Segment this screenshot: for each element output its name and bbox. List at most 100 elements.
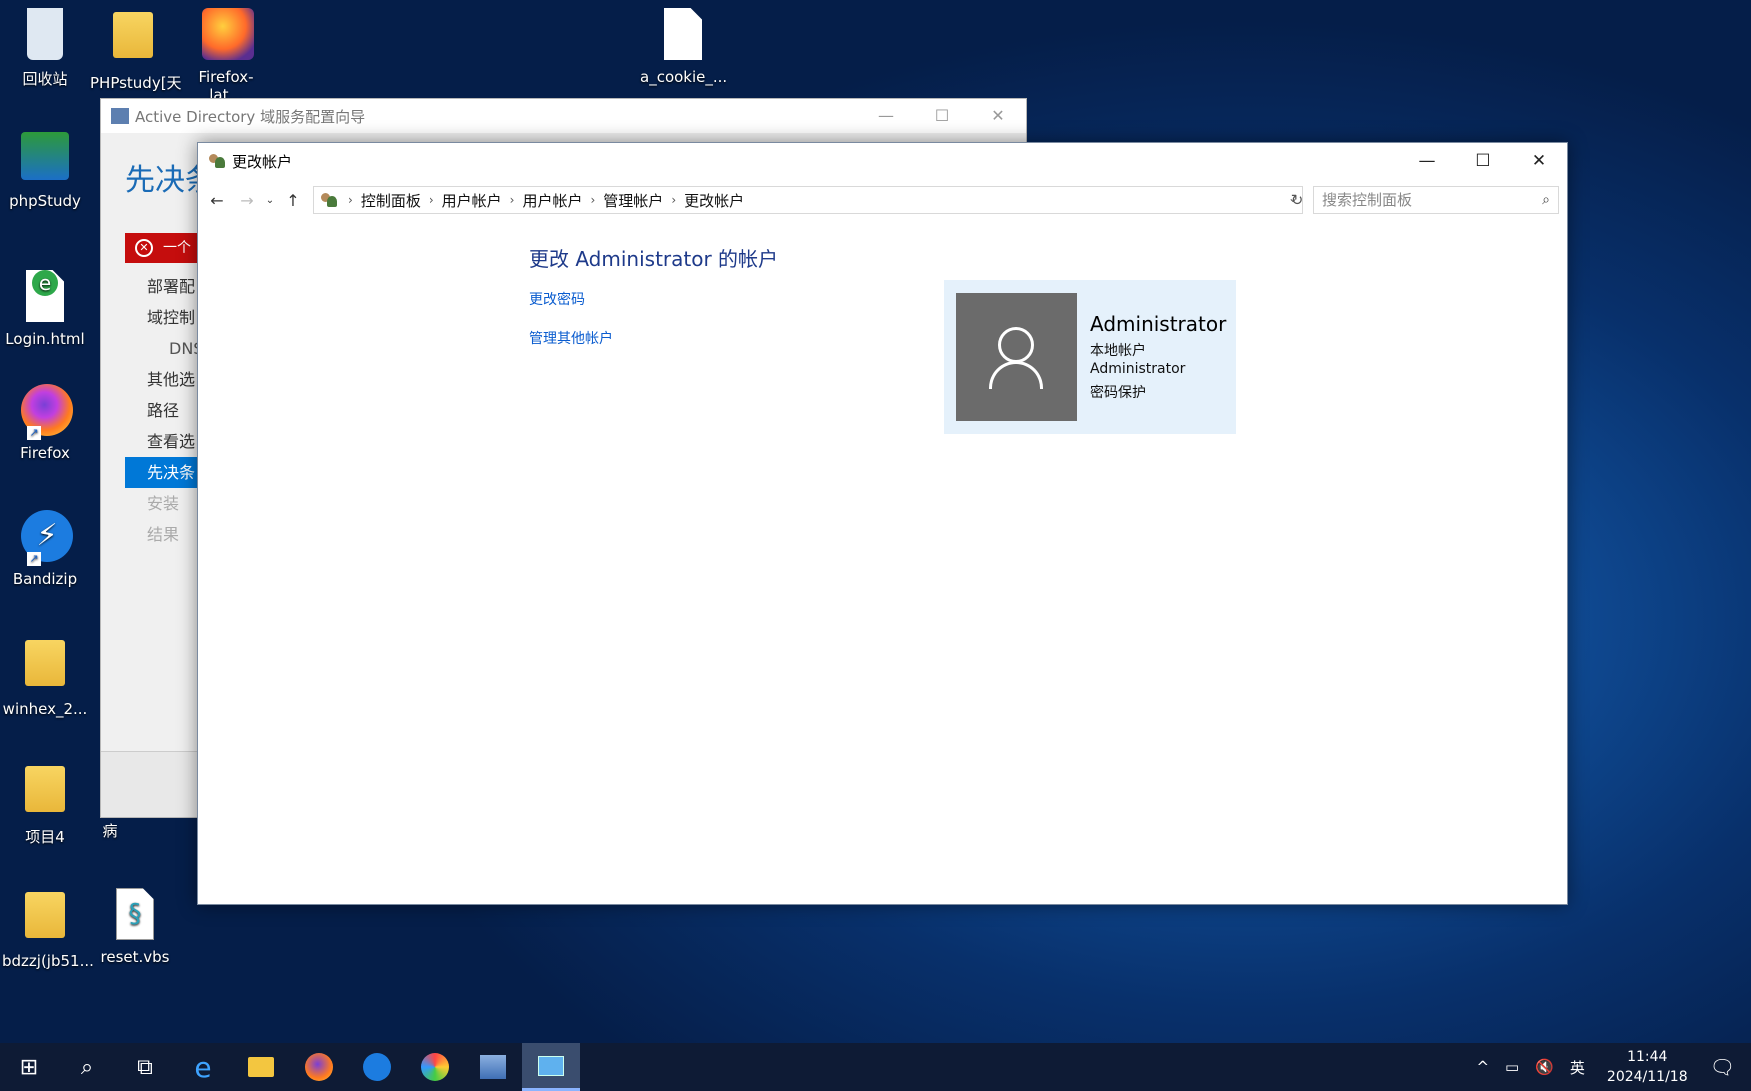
- desktop-icon-label: bdzzj(jb51...: [2, 952, 94, 970]
- breadcrumb-separator-icon[interactable]: ›: [348, 193, 353, 207]
- desktop-icon-label: Bandizip: [12, 570, 78, 588]
- folder-icon: [21, 640, 69, 696]
- task-view-icon: ⧉: [137, 1054, 153, 1080]
- shortcut-arrow-icon: ↗: [27, 426, 41, 440]
- back-arrow-icon[interactable]: ←: [202, 186, 232, 216]
- ad-wizard-title: Active Directory 域服务配置向导: [135, 107, 366, 126]
- window-titlebar[interactable]: 更改帐户: [198, 143, 1567, 179]
- taskbar-file-explorer[interactable]: [232, 1043, 290, 1091]
- address-bar[interactable]: › 控制面板 › 用户帐户 › 用户帐户 › 管理帐户 › 更改帐户 ⌄: [313, 186, 1303, 214]
- error-text: 一个: [163, 240, 191, 256]
- close-button[interactable]: ✕: [970, 99, 1026, 133]
- navigation-bar: ← → ⌄ ↑ › 控制面板 › 用户帐户 › 用户帐户 › 管理帐户 › 更改…: [198, 183, 1567, 219]
- control-panel-users-icon: [320, 192, 338, 208]
- html-file-icon: e: [21, 270, 69, 326]
- desktop-icon-label: 回收站: [22, 70, 68, 88]
- taskbar-ie[interactable]: e: [174, 1043, 232, 1091]
- taskbar-firefox[interactable]: [290, 1043, 348, 1091]
- task-view-button[interactable]: ⧉: [116, 1043, 174, 1091]
- folder-icon: [21, 892, 69, 948]
- desktop-icon-bdzzj[interactable]: bdzzj(jb51...: [2, 886, 94, 970]
- phpstudy-icon: [21, 132, 69, 188]
- search-input[interactable]: 搜索控制面板 ⌕: [1313, 186, 1559, 214]
- breadcrumb-separator-icon[interactable]: ›: [671, 193, 676, 207]
- desktop-icon-phpstudy-folder[interactable]: PHPstudy[天: [90, 6, 182, 93]
- desktop-icon-project4[interactable]: 项目4: [2, 760, 88, 847]
- firefox-icon: ↗: [21, 384, 73, 440]
- breadcrumb-change-account[interactable]: 更改帐户: [684, 190, 744, 211]
- maximize-button[interactable]: ☐: [1455, 143, 1511, 179]
- desktop-icon-bandizip[interactable]: ⚡ ↗ Bandizip: [2, 508, 88, 588]
- server-icon: [480, 1055, 506, 1079]
- users-icon: [208, 153, 226, 169]
- breadcrumb-manage-accounts[interactable]: 管理帐户: [603, 190, 663, 211]
- change-password-link[interactable]: 更改密码: [529, 289, 585, 309]
- page-title: 更改 Administrator 的帐户: [529, 247, 779, 271]
- input-method-indicator[interactable]: 英: [1570, 1057, 1585, 1078]
- minimize-button[interactable]: —: [858, 99, 914, 133]
- refresh-icon[interactable]: ↻: [1285, 186, 1309, 214]
- folder-icon: [21, 766, 69, 822]
- taskbar-control-panel[interactable]: [522, 1043, 580, 1091]
- search-icon[interactable]: ⌕: [1542, 187, 1550, 213]
- breadcrumb-separator-icon[interactable]: ›: [510, 193, 515, 207]
- file-icon: [659, 8, 707, 64]
- desktop-icon-label: reset.vbs: [100, 948, 170, 966]
- breadcrumb-separator-icon[interactable]: ›: [590, 193, 595, 207]
- desktop-icon-cookie-file[interactable]: a_cookie_...: [640, 6, 728, 86]
- change-account-window[interactable]: 更改帐户 — ☐ ✕ ← → ⌄ ↑ › 控制面板 › 用户帐户 › 用户帐户 …: [197, 142, 1568, 905]
- window-title: 更改帐户: [232, 152, 293, 171]
- breadcrumb-user-accounts[interactable]: 用户帐户: [442, 190, 502, 211]
- search-button[interactable]: ⌕: [58, 1043, 116, 1091]
- folder-icon: [109, 12, 157, 68]
- breadcrumb-separator-icon[interactable]: ›: [429, 193, 434, 207]
- shortcut-arrow-icon: ↗: [27, 552, 41, 566]
- desktop-icon-phpstudy[interactable]: phpStudy: [2, 130, 88, 210]
- desktop-icon-winhex[interactable]: winhex_2...: [2, 634, 88, 718]
- taskbar-server-manager[interactable]: [464, 1043, 522, 1091]
- desktop-icon-label: Firefox: [20, 444, 70, 462]
- desktop-icon-label: 项目4: [25, 828, 65, 846]
- show-hidden-icons-chevron-icon[interactable]: ^: [1476, 1058, 1489, 1076]
- desktop-icon-reset-vbs[interactable]: § reset.vbs: [92, 886, 178, 966]
- account-name: Administrator: [1090, 312, 1227, 336]
- desktop-icon-login-html[interactable]: e Login.html: [2, 256, 88, 348]
- search-icon: ⌕: [80, 1054, 94, 1080]
- control-panel-icon: [538, 1055, 564, 1076]
- folder-icon: [248, 1057, 274, 1077]
- desktop-icon-label: phpStudy: [9, 192, 81, 210]
- internet-explorer-icon: e: [194, 1050, 212, 1084]
- taskbar-ai-app[interactable]: [406, 1043, 464, 1091]
- installer-icon: [202, 8, 254, 64]
- forward-arrow-icon[interactable]: →: [232, 186, 262, 216]
- minimize-button[interactable]: —: [1399, 143, 1455, 179]
- clock-time: 11:44: [1627, 1049, 1668, 1065]
- desktop-icon-label: a_cookie_...: [640, 68, 728, 86]
- notification-center-icon[interactable]: 🗨: [1710, 1055, 1735, 1079]
- network-icon[interactable]: ▭: [1505, 1058, 1519, 1076]
- search-placeholder: 搜索控制面板: [1322, 191, 1413, 209]
- volume-muted-icon[interactable]: 🔇: [1535, 1058, 1554, 1076]
- start-button[interactable]: ⊞: [0, 1043, 58, 1091]
- desktop-icon-firefox-installer[interactable]: Firefox-lat...: [183, 6, 269, 104]
- close-button[interactable]: ✕: [1511, 143, 1567, 179]
- taskbar-bandizip[interactable]: [348, 1043, 406, 1091]
- windows-logo-icon: ⊞: [19, 1054, 39, 1080]
- desktop-icon-recycle-bin[interactable]: 回收站: [2, 6, 88, 89]
- account-group: Administrator: [1090, 361, 1186, 377]
- breadcrumb-control-panel[interactable]: 控制面板: [361, 190, 421, 211]
- ai-app-icon: [421, 1053, 449, 1081]
- desktop-icon-firefox[interactable]: ↗ Firefox: [2, 382, 88, 462]
- up-arrow-icon[interactable]: ↑: [278, 186, 308, 216]
- desktop-icon-label: PHPstudy[天: [90, 74, 182, 92]
- bandizip-icon: [363, 1053, 391, 1081]
- error-icon: ✕: [135, 239, 153, 257]
- account-type: 本地帐户: [1090, 343, 1146, 359]
- manage-other-accounts-link[interactable]: 管理其他帐户: [529, 328, 613, 348]
- breadcrumb-user-accounts-2[interactable]: 用户帐户: [522, 190, 582, 211]
- system-tray: ^ ▭ 🔇 英 11:44 2024/11/18 🗨: [1468, 1043, 1751, 1091]
- clock[interactable]: 11:44 2024/11/18: [1607, 1047, 1688, 1087]
- account-status: 密码保护: [1090, 385, 1146, 401]
- recent-locations-chevron-icon[interactable]: ⌄: [262, 186, 278, 216]
- maximize-button[interactable]: ☐: [914, 99, 970, 133]
